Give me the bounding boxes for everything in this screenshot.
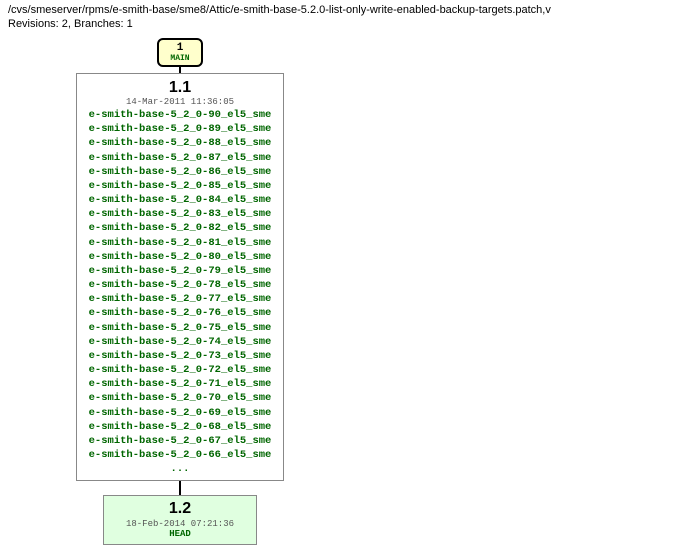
revision-tag: e-smith-base-5_2_0-74_el5_sme (85, 335, 275, 349)
revision-tag: e-smith-base-5_2_0-77_el5_sme (85, 292, 275, 306)
revision-tags: e-smith-base-5_2_0-90_el5_sme e-smith-ba… (85, 108, 275, 476)
revision-node-1-1[interactable]: 1.1 14-Mar-2011 11:36:05 e-smith-base-5_… (76, 73, 284, 481)
tags-ellipsis: ... (85, 462, 275, 476)
graph-connector (179, 481, 181, 495)
revision-tag: e-smith-base-5_2_0-89_el5_sme (85, 122, 275, 136)
revision-tag: e-smith-base-5_2_0-81_el5_sme (85, 236, 275, 250)
revision-tag: e-smith-base-5_2_0-76_el5_sme (85, 306, 275, 320)
revision-tag: e-smith-base-5_2_0-84_el5_sme (85, 193, 275, 207)
revision-date: 18-Feb-2014 07:21:36 (126, 519, 234, 530)
revision-tag: e-smith-base-5_2_0-73_el5_sme (85, 349, 275, 363)
revision-tag: e-smith-base-5_2_0-82_el5_sme (85, 221, 275, 235)
revision-tag: e-smith-base-5_2_0-68_el5_sme (85, 420, 275, 434)
revision-tag: e-smith-base-5_2_0-78_el5_sme (85, 278, 275, 292)
revision-tag: e-smith-base-5_2_0-66_el5_sme (85, 448, 275, 462)
revision-date: 14-Mar-2011 11:36:05 (85, 97, 275, 108)
revision-node-1-2[interactable]: 1.2 18-Feb-2014 07:21:36 HEAD (103, 495, 257, 545)
main-branch-index: 1 (159, 42, 201, 54)
revision-tag: e-smith-base-5_2_0-88_el5_sme (85, 136, 275, 150)
revision-tag: e-smith-base-5_2_0-70_el5_sme (85, 391, 275, 405)
revisions-summary: Revisions: 2, Branches: 1 (8, 18, 666, 30)
file-path: /cvs/smeserver/rpms/e-smith-base/sme8/At… (8, 4, 666, 16)
revision-head-label: HEAD (126, 529, 234, 541)
revision-tag: e-smith-base-5_2_0-79_el5_sme (85, 264, 275, 278)
revision-graph: 1 MAIN 1.1 14-Mar-2011 11:36:05 e-smith-… (30, 38, 330, 545)
revision-tag: e-smith-base-5_2_0-67_el5_sme (85, 434, 275, 448)
revision-tag: e-smith-base-5_2_0-85_el5_sme (85, 179, 275, 193)
revision-tag: e-smith-base-5_2_0-80_el5_sme (85, 250, 275, 264)
revision-number: 1.1 (85, 78, 275, 97)
revision-tag: e-smith-base-5_2_0-83_el5_sme (85, 207, 275, 221)
revision-tag: e-smith-base-5_2_0-69_el5_sme (85, 406, 275, 420)
revision-tag: e-smith-base-5_2_0-71_el5_sme (85, 377, 275, 391)
main-branch-node[interactable]: 1 MAIN (157, 38, 203, 67)
revision-tag: e-smith-base-5_2_0-72_el5_sme (85, 363, 275, 377)
main-branch-label: MAIN (159, 54, 201, 63)
revision-number: 1.2 (126, 499, 234, 518)
revision-tag: e-smith-base-5_2_0-75_el5_sme (85, 321, 275, 335)
revision-tag: e-smith-base-5_2_0-90_el5_sme (85, 108, 275, 122)
revision-tag: e-smith-base-5_2_0-86_el5_sme (85, 165, 275, 179)
revision-tag: e-smith-base-5_2_0-87_el5_sme (85, 151, 275, 165)
